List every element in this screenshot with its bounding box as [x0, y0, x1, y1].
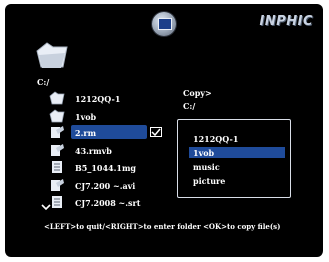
destination-path: C:/: [183, 101, 196, 111]
folder-name: music: [193, 162, 220, 172]
file-name: 2.rm: [75, 128, 97, 138]
file-name: CJ7.200 ~.avi: [75, 181, 136, 191]
media-file-icon: [51, 179, 64, 191]
media-player-icon: [152, 12, 176, 36]
instruction-hint: <LEFT>to quit/<RIGHT>to enter folder <OK…: [44, 222, 281, 231]
destination-item[interactable]: 1212QQ-1: [189, 133, 285, 144]
list-item[interactable]: 1212QQ-1: [47, 91, 167, 105]
checkbox-checked-icon[interactable]: [150, 127, 162, 137]
document-icon: [52, 161, 62, 173]
media-file-icon: [51, 144, 64, 156]
file-copy-screen: INPHIC C:/ 1212QQ-1 1vob 2.rm 43.rmvb B5…: [5, 4, 323, 257]
list-item[interactable]: B5_1044.1mg: [47, 160, 167, 174]
file-name: CJ7.2008 ~.srt: [75, 198, 141, 208]
file-name: 43.rmvb: [75, 146, 112, 156]
destination-item[interactable]: picture: [189, 175, 285, 186]
brand-logo: INPHIC: [259, 14, 313, 29]
folder-name: picture: [193, 176, 226, 186]
folder-name: 1212QQ-1: [193, 134, 239, 144]
file-name: 1vob: [75, 112, 97, 122]
list-item-selected[interactable]: 2.rm: [47, 125, 167, 139]
folder-icon: [49, 91, 65, 105]
file-name: 1212QQ-1: [75, 94, 121, 104]
folder-icon: [49, 109, 65, 123]
copy-label: Copy>: [183, 88, 212, 98]
list-item[interactable]: 43.rmvb: [47, 143, 167, 157]
current-path: C:/: [37, 77, 50, 87]
media-file-icon: [51, 126, 64, 138]
chevron-down-icon[interactable]: [41, 204, 51, 211]
document-icon: [52, 196, 62, 208]
list-item[interactable]: CJ7.2008 ~.srt: [47, 195, 167, 209]
list-item[interactable]: CJ7.200 ~.avi: [47, 178, 167, 192]
list-item[interactable]: 1vob: [47, 109, 167, 123]
destination-folder-list: 1212QQ-1 1vob music picture: [177, 119, 291, 198]
large-folder-icon: [36, 42, 68, 68]
folder-name: 1vob: [193, 148, 215, 158]
destination-item-selected[interactable]: 1vob: [189, 147, 285, 158]
file-name: B5_1044.1mg: [75, 163, 137, 173]
destination-item[interactable]: music: [189, 161, 285, 172]
